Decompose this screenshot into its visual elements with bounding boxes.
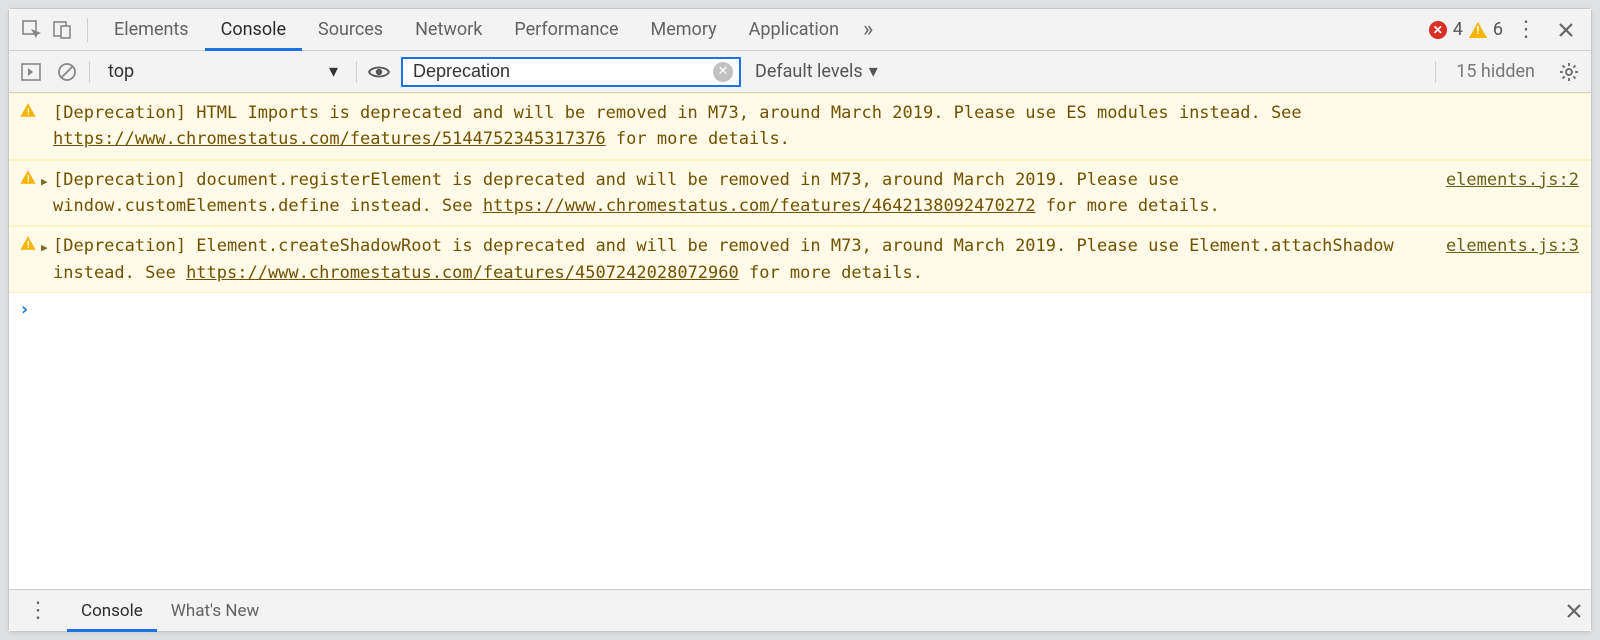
error-count: 4 (1453, 19, 1463, 40)
device-toolbar-icon[interactable] (47, 15, 77, 45)
drawer-bar: ⋮ ConsoleWhat's New (9, 589, 1591, 631)
hidden-messages-label[interactable]: 15 hidden (1444, 61, 1547, 82)
console-message: [Deprecation] HTML Imports is deprecated… (53, 100, 1579, 153)
tabs-overflow-icon[interactable]: » (855, 17, 881, 42)
toggle-sidebar-icon[interactable] (17, 58, 45, 86)
clear-console-icon[interactable] (53, 58, 81, 86)
error-badge-icon: ✕ (1429, 21, 1447, 39)
kebab-menu-icon[interactable]: ⋮ (1503, 17, 1549, 42)
tab-sources[interactable]: Sources (302, 9, 399, 51)
warning-badge-icon (1469, 22, 1487, 38)
drawer-tab-console[interactable]: Console (67, 590, 157, 632)
drawer-menu-icon[interactable]: ⋮ (17, 598, 59, 623)
tab-elements[interactable]: Elements (98, 9, 205, 51)
message-link[interactable]: https://www.chromestatus.com/features/51… (53, 129, 606, 149)
warning-count: 6 (1493, 19, 1503, 40)
console-entry: ▶[Deprecation] Element.createShadowRoot … (9, 226, 1591, 293)
tab-performance[interactable]: Performance (498, 9, 634, 51)
log-levels-label: Default levels (755, 61, 863, 82)
warning-icon (20, 103, 35, 117)
context-label: top (108, 61, 134, 82)
filter-input-wrap: ✕ (401, 57, 741, 87)
context-selector[interactable]: top ▾ (98, 61, 348, 82)
tab-application[interactable]: Application (733, 9, 855, 51)
clear-filter-icon[interactable]: ✕ (713, 62, 733, 82)
tabs-bar: ElementsConsoleSourcesNetworkPerformance… (9, 9, 1591, 51)
warning-icon (20, 170, 35, 184)
console-message: [Deprecation] document.registerElement i… (53, 167, 1430, 220)
expand-arrow-icon[interactable]: ▶ (41, 235, 48, 256)
message-link[interactable]: https://www.chromestatus.com/features/45… (186, 263, 739, 283)
source-link[interactable]: elements.js:2 (1430, 167, 1579, 220)
console-message: [Deprecation] Element.createShadowRoot i… (53, 233, 1430, 286)
gear-icon[interactable] (1555, 58, 1583, 86)
inspect-element-icon[interactable] (17, 15, 47, 45)
close-icon[interactable] (1549, 21, 1583, 39)
console-entry: [Deprecation] HTML Imports is deprecated… (9, 93, 1591, 160)
console-body: [Deprecation] HTML Imports is deprecated… (9, 93, 1591, 589)
source-link[interactable]: elements.js:3 (1430, 233, 1579, 286)
filter-input[interactable] (413, 61, 713, 82)
chevron-down-icon: ▾ (329, 61, 338, 82)
console-toolbar: top ▾ ✕ Default levels ▾ 15 hidden (9, 51, 1591, 93)
live-expression-icon[interactable] (365, 58, 393, 86)
drawer-close-icon[interactable] (1565, 602, 1583, 620)
tab-memory[interactable]: Memory (635, 9, 733, 51)
console-entry: ▶[Deprecation] document.registerElement … (9, 160, 1591, 227)
drawer-tab-what-s-new[interactable]: What's New (157, 590, 273, 632)
message-link[interactable]: https://www.chromestatus.com/features/46… (483, 196, 1036, 216)
tab-console[interactable]: Console (205, 9, 302, 51)
chevron-down-icon: ▾ (869, 61, 878, 82)
issue-counters[interactable]: ✕ 4 6 (1429, 19, 1503, 40)
warning-icon (20, 237, 35, 251)
expand-arrow-icon[interactable]: ▶ (41, 169, 48, 190)
console-prompt[interactable]: › (9, 293, 1591, 326)
tab-network[interactable]: Network (399, 9, 498, 51)
prompt-chevron-icon: › (19, 299, 30, 320)
log-levels-selector[interactable]: Default levels ▾ (749, 61, 884, 82)
